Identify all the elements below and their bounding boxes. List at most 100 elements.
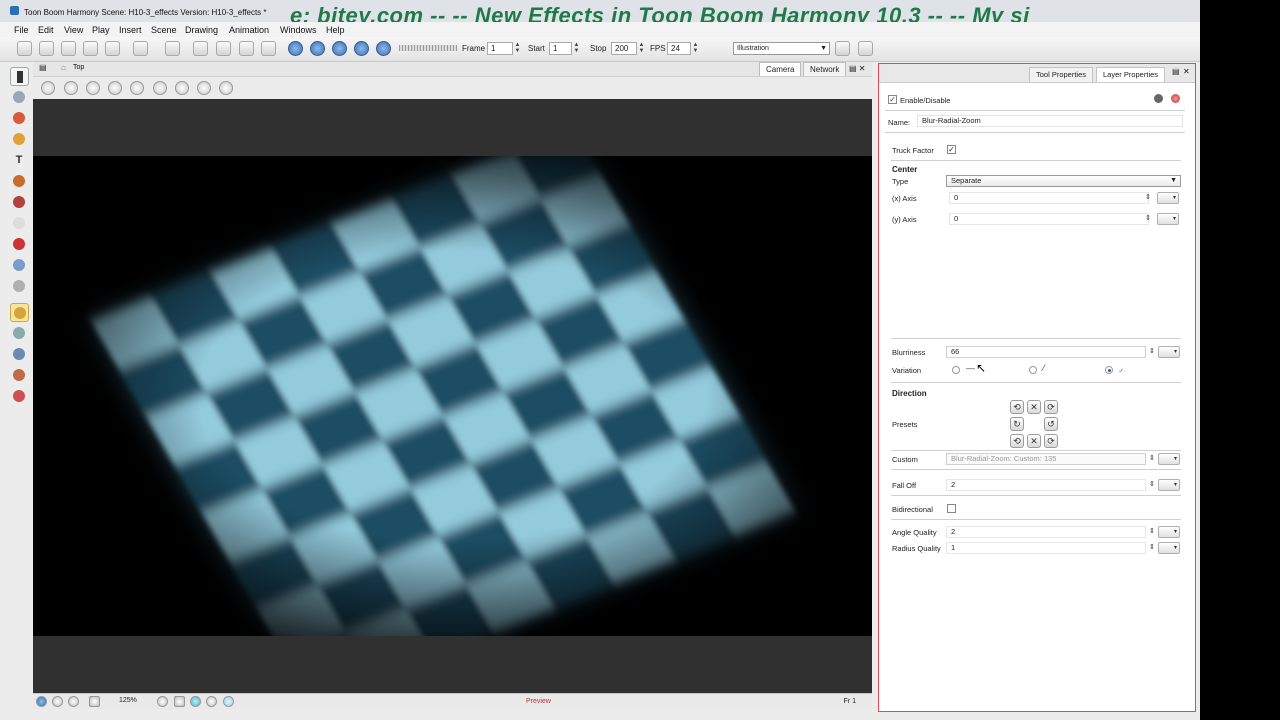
hand-tool[interactable] <box>10 277 29 296</box>
x-axis-spinner[interactable]: ⇕ <box>1145 193 1151 201</box>
name-field[interactable]: Blur-Radial-Zoom <box>917 115 1183 127</box>
y-axis-field[interactable]: 0 <box>949 213 1149 225</box>
transform-tool[interactable] <box>10 303 29 322</box>
enable-checkbox[interactable]: ✓ <box>888 95 897 104</box>
eraser-tool[interactable] <box>10 214 29 233</box>
zoom-tool[interactable] <box>10 387 29 406</box>
lock-icon[interactable] <box>1154 94 1163 103</box>
view-menu-icon[interactable]: ▤ <box>39 63 47 72</box>
zoom-out-button[interactable] <box>157 696 168 707</box>
matte-button[interactable] <box>190 696 201 707</box>
start-spinner[interactable]: ▲ ▼ <box>573 42 580 55</box>
radius-quality-function-button[interactable]: ▾ <box>1158 542 1180 554</box>
onion-skin-button[interactable] <box>86 81 100 95</box>
brush-tool[interactable] <box>10 109 29 128</box>
menu-play[interactable]: Play <box>92 25 110 35</box>
y-axis-function-button[interactable]: ▾ <box>1157 213 1179 225</box>
zoom-level[interactable]: 125% <box>119 697 137 704</box>
paint-tool[interactable] <box>10 172 29 191</box>
y-axis-spinner[interactable]: ⇕ <box>1145 214 1151 222</box>
ink-tool[interactable] <box>10 193 29 212</box>
workspace-save-button[interactable] <box>858 41 873 56</box>
menu-insert[interactable]: Insert <box>119 25 142 35</box>
stop-button[interactable] <box>332 41 347 56</box>
select-tool[interactable] <box>10 67 29 86</box>
falloff-spinner[interactable]: ⇕ <box>1149 480 1155 488</box>
pen-mode-button[interactable] <box>36 696 47 707</box>
tab-network[interactable]: Network <box>803 62 847 76</box>
save-as-button[interactable] <box>83 41 98 56</box>
angle-quality-function-button[interactable]: ▾ <box>1158 526 1180 538</box>
bone-tool[interactable] <box>10 366 29 385</box>
menu-view[interactable]: View <box>64 25 83 35</box>
sound-button[interactable] <box>354 41 369 56</box>
stop-spinner[interactable]: ▲ ▼ <box>638 42 645 55</box>
preview-mode-button[interactable] <box>174 696 185 707</box>
play-loop-button[interactable] <box>310 41 325 56</box>
angle-quality-field[interactable]: 2 <box>946 526 1146 538</box>
safe-area-button[interactable] <box>64 81 78 95</box>
menu-edit[interactable]: Edit <box>38 25 54 35</box>
close-icon[interactable]: ✕ <box>1183 67 1190 76</box>
custom-spinner[interactable]: ⇕ <box>1149 454 1155 462</box>
paste-button[interactable] <box>239 41 254 56</box>
speed-slider[interactable] <box>399 45 457 51</box>
start-field[interactable]: 1 <box>549 42 572 55</box>
panel-menu-icon[interactable]: ▤ <box>1172 67 1180 76</box>
workspace-select[interactable]: Illustration ▼ <box>733 42 830 55</box>
breadcrumb[interactable]: Top <box>73 64 84 71</box>
color-swatch-icon[interactable] <box>1171 94 1180 103</box>
stop-field[interactable]: 200 <box>611 42 637 55</box>
morph-tool[interactable] <box>10 345 29 364</box>
preset-button-3[interactable]: ⟳ <box>1044 400 1058 414</box>
cut-button[interactable] <box>193 41 208 56</box>
blurriness-function-button[interactable]: ▾ <box>1158 346 1180 358</box>
menu-scene[interactable]: Scene <box>151 25 177 35</box>
blurriness-field[interactable]: 66 <box>946 346 1146 358</box>
fps-field[interactable]: 24 <box>667 42 691 55</box>
frame-field[interactable]: 1 <box>487 42 513 55</box>
save-button[interactable] <box>61 41 76 56</box>
bidirectional-checkbox[interactable] <box>947 504 956 513</box>
home-icon[interactable]: ⌂ <box>61 63 66 72</box>
text-tool[interactable]: T <box>10 151 29 170</box>
new-scene-button[interactable] <box>17 41 32 56</box>
type-select[interactable]: Separate ▼ <box>946 175 1181 187</box>
preview-quality-button[interactable] <box>223 696 234 707</box>
contour-editor-tool[interactable] <box>10 88 29 107</box>
color-mode-button[interactable] <box>52 696 63 707</box>
truck-factor-checkbox[interactable]: ✓ <box>947 145 956 154</box>
tab-layer-properties[interactable]: Layer Properties <box>1096 67 1166 82</box>
cutter-tool[interactable] <box>10 256 29 275</box>
custom-field[interactable]: Blur-Radial-Zoom: Custom: 135 <box>946 453 1146 465</box>
preset-button-4[interactable]: ↻ <box>1010 417 1024 431</box>
tab-tool-properties[interactable]: Tool Properties <box>1029 67 1094 82</box>
play-button[interactable] <box>288 41 303 56</box>
first-frame-button[interactable] <box>376 41 391 56</box>
delete-button[interactable] <box>261 41 276 56</box>
frame-spinner[interactable]: ▲ ▼ <box>514 42 521 55</box>
falloff-function-button[interactable]: ▾ <box>1158 479 1180 491</box>
tab-camera[interactable]: Camera <box>759 62 802 76</box>
falloff-field[interactable]: 2 <box>946 479 1146 491</box>
workspace-manager-button[interactable] <box>835 41 850 56</box>
lock-button[interactable] <box>130 81 144 95</box>
flip-button[interactable] <box>219 81 233 95</box>
pencil-tool[interactable] <box>10 130 29 149</box>
x-axis-field[interactable]: 0 <box>949 192 1149 204</box>
grid-button[interactable] <box>41 81 55 95</box>
camera-viewport[interactable] <box>33 99 872 693</box>
radius-quality-field[interactable]: 1 <box>946 542 1146 554</box>
radius-quality-spinner[interactable]: ⇕ <box>1149 543 1155 551</box>
undo-button[interactable] <box>133 41 148 56</box>
redo-button[interactable] <box>165 41 180 56</box>
menu-windows[interactable]: Windows <box>280 25 317 35</box>
variation-radio-linear[interactable] <box>952 366 960 374</box>
export-button[interactable] <box>105 41 120 56</box>
x-axis-function-button[interactable]: ▾ <box>1157 192 1179 204</box>
menu-animation[interactable]: Animation <box>229 25 269 35</box>
light-table-button[interactable] <box>108 81 122 95</box>
display-button[interactable] <box>206 696 217 707</box>
menu-drawing[interactable]: Drawing <box>185 25 218 35</box>
open-button[interactable] <box>39 41 54 56</box>
